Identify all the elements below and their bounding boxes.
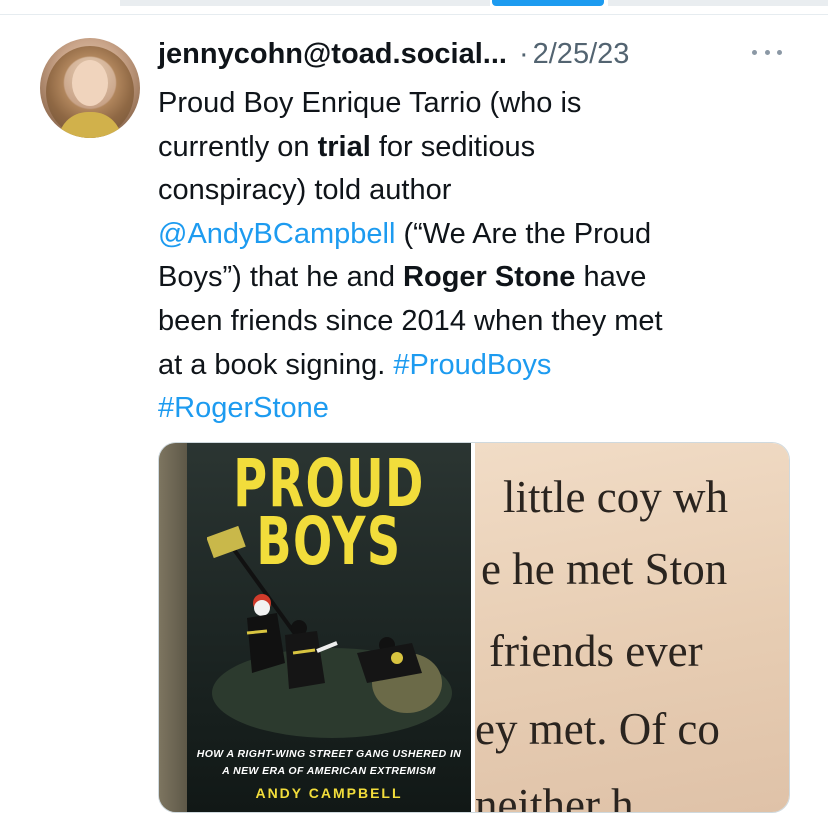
background-shelf <box>159 443 187 812</box>
bold-text: trial <box>317 130 371 163</box>
text-segment: conspiracy) told author <box>158 174 452 207</box>
text-segment: at a book signing. <box>158 348 394 381</box>
text-segment: Boys”) that he and <box>158 261 404 294</box>
tweet-line: @AndyBCampbell (“We Are the Proud <box>158 213 798 257</box>
text-segment: have <box>575 261 647 294</box>
bold-text: Roger Stone <box>403 261 576 294</box>
tweet-card[interactable]: jennycohn@toad.social... · 2/25/23 Proud… <box>0 14 828 813</box>
text-segment: been friends since 2014 when they met <box>158 304 663 337</box>
tweet-line: been friends since 2014 when they met <box>158 300 798 344</box>
page-text-line: e he met Ston <box>481 544 728 594</box>
tweet-line: Proud Boy Enrique Tarrio (who is <box>158 82 798 126</box>
page-text-line: friends ever <box>489 626 703 676</box>
avatar[interactable] <box>40 38 140 138</box>
text-segment: (“We Are the Proud <box>395 217 652 250</box>
more-horizontal-icon <box>777 49 782 55</box>
text-segment: for seditious <box>370 130 536 163</box>
tweet-date[interactable]: 2/25/23 <box>533 38 630 71</box>
more-horizontal-icon <box>764 49 770 55</box>
media-image-book-cover[interactable]: PROUD BOYS HOW A RIGHT-WING STREET GANG … <box>159 443 471 812</box>
book-subtitle-line: HOW A RIGHT-WING STREET GANG USHERED IN <box>196 748 462 760</box>
page-text-line: little coy wh <box>503 472 728 522</box>
tweet-line: currently on trial for seditious <box>158 126 798 170</box>
flag-raising-illustration <box>207 525 452 738</box>
tweet-media[interactable]: PROUD BOYS HOW A RIGHT-WING STREET GANG … <box>158 442 790 813</box>
active-tab-indicator <box>492 0 604 6</box>
book-author: ANDY CAMPBELL <box>255 785 403 801</box>
text-segment: Proud Boy Enrique Tarrio (who is <box>158 87 582 119</box>
book-cover: PROUD BOYS HOW A RIGHT-WING STREET GANG … <box>187 443 471 812</box>
tweet-line: at a book signing. #ProudBoys <box>158 344 798 388</box>
tweet-text: Proud Boy Enrique Tarrio (who is current… <box>158 82 798 431</box>
top-tab-strip <box>0 0 828 15</box>
tweet-line: #RogerStone <box>158 387 798 431</box>
media-image-page-excerpt[interactable]: little coy wh e he met Ston friends ever… <box>475 443 789 812</box>
tab-strip-segment <box>120 0 490 6</box>
avatar-face <box>72 60 108 106</box>
text-segment: currently on <box>158 130 318 163</box>
more-options-button[interactable] <box>752 42 782 62</box>
page-text-line: neither h <box>475 780 634 812</box>
hashtag-link[interactable]: #ProudBoys <box>393 349 551 381</box>
more-horizontal-icon <box>752 49 757 55</box>
tab-strip-segment <box>608 0 828 6</box>
book-subtitle-line: A NEW ERA OF AMERICAN EXTREMISM <box>222 765 436 777</box>
page-text-line: ey met. Of co <box>475 704 720 754</box>
tweet-line: conspiracy) told author <box>158 169 798 213</box>
user-handle[interactable]: jennycohn@toad.social... <box>158 38 507 71</box>
tweet-line: Boys”) that he and Roger Stone have <box>158 256 798 300</box>
mention-link[interactable]: @AndyBCampbell <box>158 218 395 250</box>
hashtag-link[interactable]: #RogerStone <box>158 392 329 424</box>
header-separator: · <box>518 38 529 70</box>
tweet-header: jennycohn@toad.social... · 2/25/23 <box>158 38 629 74</box>
